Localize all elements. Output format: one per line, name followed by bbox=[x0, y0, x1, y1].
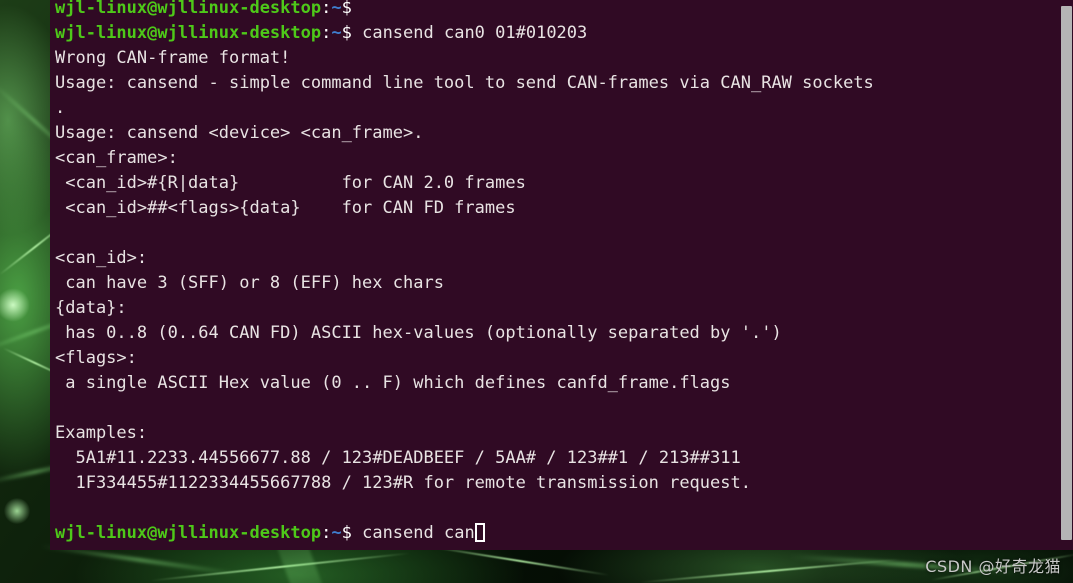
terminal-output-line: <can_id>##<flags>{data} for CAN FD frame… bbox=[55, 196, 1060, 221]
terminal-output-line: Usage: cansend <device> <can_frame>. bbox=[55, 121, 1060, 146]
prompt-path: ~ bbox=[331, 23, 342, 43]
prompt-colon: : bbox=[321, 523, 332, 543]
terminal-output[interactable]: wjl-linux@wjllinux-desktop:~$ wjl-linux@w… bbox=[55, 0, 1060, 546]
terminal-output-line bbox=[55, 496, 1060, 521]
terminal-output-text: <can_id>#{R|data} for CAN 2.0 frames bbox=[55, 173, 526, 193]
terminal-output-line: Wrong CAN-frame format! bbox=[55, 46, 1060, 71]
prompt-user-host: wjl-linux@wjllinux-desktop bbox=[55, 23, 322, 43]
terminal-output-text bbox=[55, 398, 65, 418]
terminal-output-line: a single ASCII Hex value (0 .. F) which … bbox=[55, 371, 1060, 396]
terminal-output-text: <can_id>##<flags>{data} for CAN FD frame… bbox=[55, 198, 516, 218]
terminal-output-text: Usage: cansend <device> <can_frame>. bbox=[55, 123, 424, 143]
terminal-output-text: has 0..8 (0..64 CAN FD) ASCII hex-values… bbox=[55, 323, 782, 343]
prompt-path: ~ bbox=[331, 523, 342, 543]
prompt-sigil: $ bbox=[341, 523, 352, 543]
terminal-output-text: 5A1#11.2233.44556677.88 / 123#DEADBEEF /… bbox=[55, 448, 741, 468]
watermark: CSDN @好奇龙猫 bbox=[925, 557, 1061, 576]
prompt-user-host: wjl-linux@wjllinux-desktop bbox=[55, 0, 322, 18]
terminal-window[interactable]: wjl-linux@wjllinux-desktop:~$ wjl-linux@w… bbox=[50, 0, 1073, 550]
terminal-output-text: can have 3 (SFF) or 8 (EFF) hex chars bbox=[55, 273, 444, 293]
terminal-prompt-line: wjl-linux@wjllinux-desktop:~$ bbox=[55, 0, 1060, 21]
terminal-command: cansend can0 01#010203 bbox=[351, 23, 588, 43]
wallpaper-glow bbox=[4, 498, 30, 524]
wallpaper-streak bbox=[150, 552, 410, 582]
terminal-output-text: 1F334455#1122334455667788 / 123#R for re… bbox=[55, 473, 751, 493]
terminal-output-line: {data}: bbox=[55, 296, 1060, 321]
terminal-output-line: has 0..8 (0..64 CAN FD) ASCII hex-values… bbox=[55, 321, 1060, 346]
terminal-output-text: <can_frame>: bbox=[55, 148, 178, 168]
terminal-scrollbar[interactable] bbox=[1060, 0, 1073, 550]
terminal-output-text: Examples: bbox=[55, 423, 148, 443]
prompt-user-host: wjl-linux@wjllinux-desktop bbox=[55, 523, 322, 543]
terminal-output-line: 1F334455#1122334455667788 / 123#R for re… bbox=[55, 471, 1060, 496]
prompt-colon: : bbox=[321, 0, 332, 18]
terminal-output-text: a single ASCII Hex value (0 .. F) which … bbox=[55, 373, 731, 393]
terminal-prompt-line: wjl-linux@wjllinux-desktop:~$ cansend ca… bbox=[55, 21, 1060, 46]
terminal-output-text: <flags>: bbox=[55, 348, 137, 368]
terminal-output-text: Wrong CAN-frame format! bbox=[55, 48, 291, 68]
prompt-sigil: $ bbox=[341, 23, 352, 43]
terminal-output-line: 5A1#11.2233.44556677.88 / 123#DEADBEEF /… bbox=[55, 446, 1060, 471]
prompt-path: ~ bbox=[331, 0, 342, 18]
terminal-output-text: Usage: cansend - simple command line too… bbox=[55, 73, 874, 93]
terminal-output-text bbox=[55, 223, 65, 243]
terminal-prompt-line: wjl-linux@wjllinux-desktop:~$ cansend ca… bbox=[55, 521, 1060, 546]
terminal-output-line: <flags>: bbox=[55, 346, 1060, 371]
screen: wjl-linux@wjllinux-desktop:~$ wjl-linux@w… bbox=[0, 0, 1073, 583]
terminal-output-line: can have 3 (SFF) or 8 (EFF) hex chars bbox=[55, 271, 1060, 296]
terminal-output-text: <can_id>: bbox=[55, 248, 148, 268]
scrollbar-thumb[interactable] bbox=[1061, 6, 1072, 540]
terminal-output-text: . bbox=[55, 98, 66, 118]
terminal-output-line: <can_frame>: bbox=[55, 146, 1060, 171]
wallpaper-streak bbox=[430, 545, 610, 577]
wallpaper-glow bbox=[0, 288, 30, 322]
terminal-output-line bbox=[55, 396, 1060, 421]
terminal-output-line: . bbox=[55, 96, 1060, 121]
prompt-sigil: $ bbox=[341, 0, 352, 18]
terminal-output-text: {data}: bbox=[55, 298, 127, 318]
text-cursor bbox=[474, 523, 485, 542]
terminal-output-line bbox=[55, 221, 1060, 246]
wallpaper-streak bbox=[640, 558, 900, 583]
terminal-output-line: Usage: cansend - simple command line too… bbox=[55, 71, 1060, 96]
terminal-output-text bbox=[55, 498, 65, 518]
terminal-output-line: Examples: bbox=[55, 421, 1060, 446]
terminal-output-line: <can_id>#{R|data} for CAN 2.0 frames bbox=[55, 171, 1060, 196]
terminal-command: cansend can bbox=[351, 523, 475, 543]
terminal-output-line: <can_id>: bbox=[55, 246, 1060, 271]
prompt-colon: : bbox=[321, 23, 332, 43]
